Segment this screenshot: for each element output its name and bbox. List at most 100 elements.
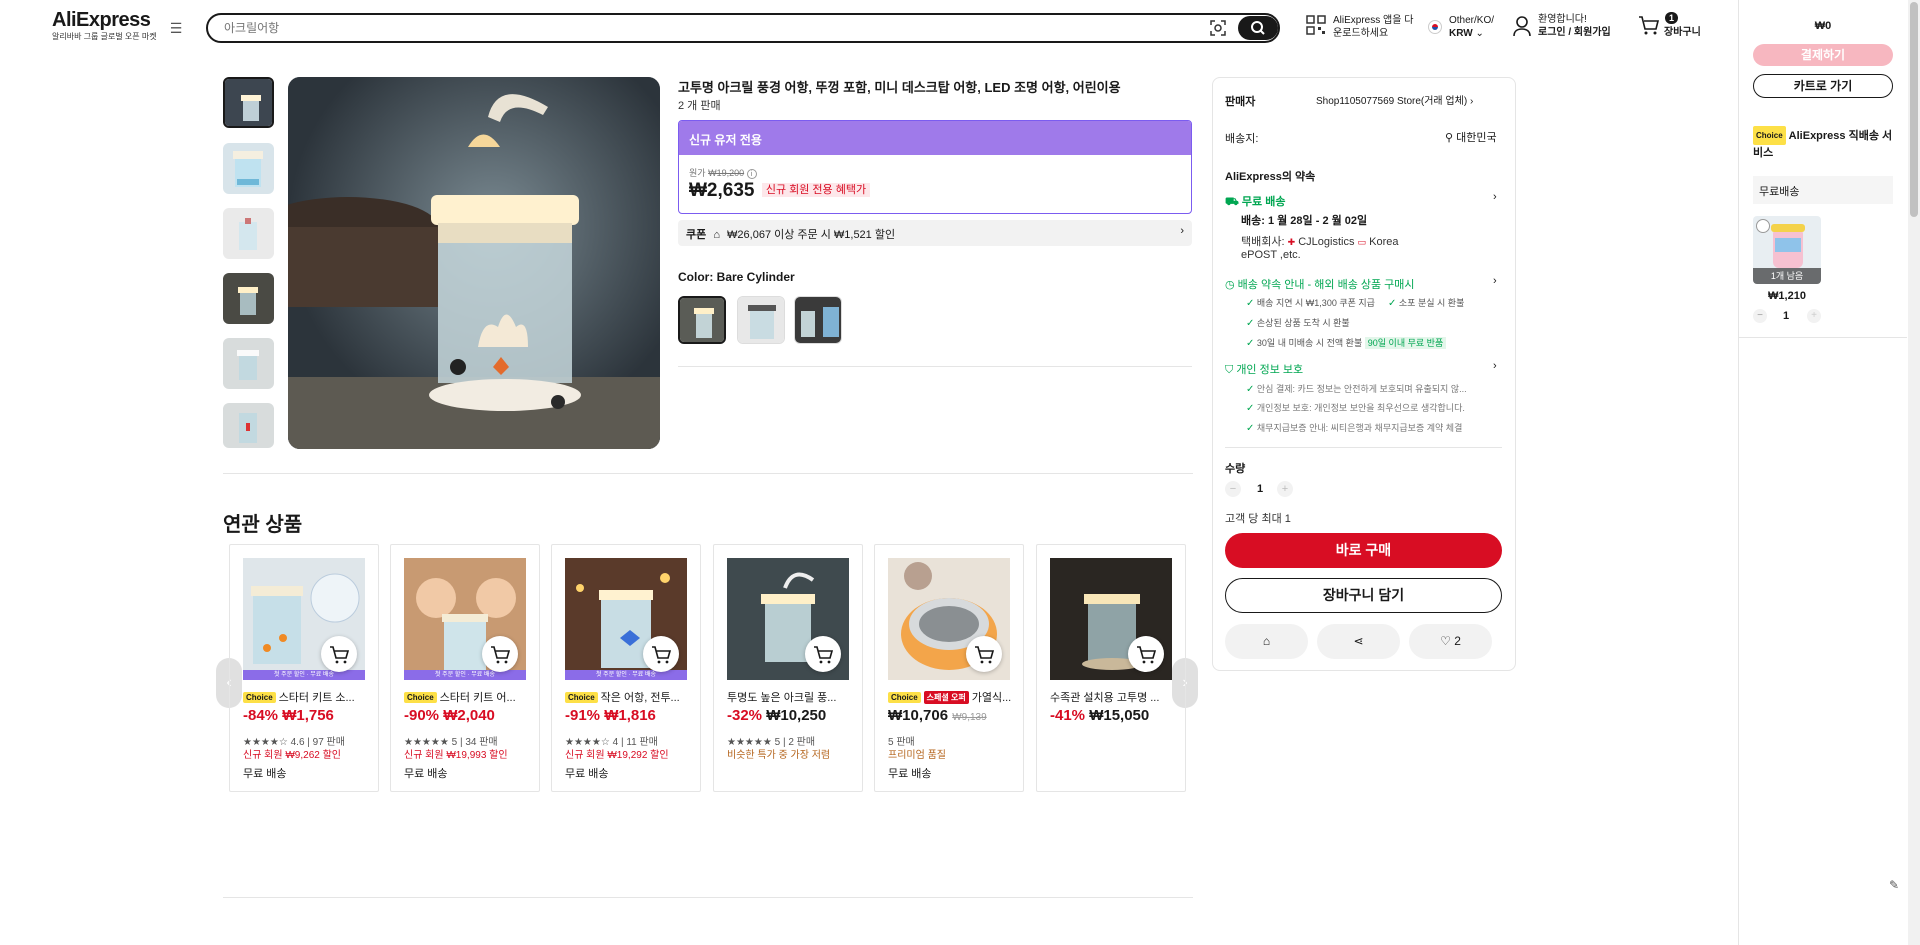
product-card-title: 수족관 설치용 고투명 ... xyxy=(1050,692,1160,704)
original-price: ₩19,200 xyxy=(708,168,745,178)
wishlist-button[interactable]: ♡ 2 xyxy=(1409,624,1492,659)
check-icon: ✓ xyxy=(1388,298,1397,309)
add-to-cart-icon[interactable] xyxy=(321,636,357,672)
thumbnail-5[interactable] xyxy=(223,338,274,389)
promo-text: 프리미엄 품질 xyxy=(888,750,946,761)
add-to-cart-icon[interactable] xyxy=(482,636,518,672)
cart-qty-decrease[interactable]: − xyxy=(1753,309,1767,323)
share-icon: ⋖ xyxy=(1353,634,1364,648)
app-download-link[interactable]: AliExpress 앱을 다 운로드하세요 xyxy=(1333,14,1413,40)
coupon-row[interactable]: 쿠폰 ⌂ ₩26,067 이상 주문 시 ₩1,521 할인 › xyxy=(678,220,1192,246)
choice-badge: Choice xyxy=(404,692,437,703)
store-button[interactable]: ⌂ xyxy=(1225,624,1308,659)
divider xyxy=(223,897,1193,898)
add-to-cart-icon[interactable] xyxy=(1128,636,1164,672)
shipping-text: 무료 배송 xyxy=(404,768,448,780)
quantity-increase-button[interactable]: + xyxy=(1277,481,1293,497)
korea-flag-icon xyxy=(1428,20,1442,34)
thumbnail-1[interactable] xyxy=(223,77,274,128)
color-swatch-bare-cylinder[interactable] xyxy=(678,296,726,344)
share-button[interactable]: ⋖ xyxy=(1317,624,1400,659)
product-card[interactable]: 첫 주문 할인 · 무료 배송 Choice 스타터 키트 소... -84% ₩… xyxy=(229,544,379,792)
image-search-icon[interactable] xyxy=(1208,18,1228,38)
tag-icon: ⌂ xyxy=(713,229,720,241)
chevron-right-icon: › xyxy=(1180,225,1184,237)
thumbnail-3[interactable] xyxy=(223,208,274,259)
go-to-cart-button[interactable]: 카트로 가기 xyxy=(1753,74,1893,98)
discount: -84% xyxy=(243,707,279,724)
cart-total: ₩0 xyxy=(1814,20,1832,32)
cart-qty-increase[interactable]: + xyxy=(1807,309,1821,323)
thumbnail-4[interactable] xyxy=(223,273,274,324)
discount: -41% xyxy=(1050,707,1086,724)
seller-name[interactable]: Shop1105077569 Store(거래 업체) › xyxy=(1316,92,1473,107)
search-input[interactable] xyxy=(224,19,1184,37)
color-label: Color: Bare Cylinder xyxy=(678,270,795,284)
add-to-cart-icon[interactable] xyxy=(966,636,1002,672)
scrollbar[interactable] xyxy=(1908,0,1920,945)
shipping-text: 무료 배송 xyxy=(888,768,932,780)
carrier-info-2: ePOST ,etc. xyxy=(1241,249,1301,261)
promise-title: AliExpress의 약속 xyxy=(1225,171,1316,183)
product-card[interactable]: 투명도 높은 아크릴 풍... -32% ₩10,250 ★★★★★ 5 | 2… xyxy=(713,544,863,792)
search-button[interactable] xyxy=(1238,16,1278,40)
delivery-guarantee-row[interactable]: ◷ 배송 약속 안내 - 해외 배송 상품 구매시 xyxy=(1225,276,1415,292)
product-card[interactable]: Choice 스페셜 오퍼 가열식... ₩10,706 ₩9,139 5 판매 프… xyxy=(874,544,1024,792)
price: ₩10,706 xyxy=(888,707,949,724)
coupon-label: 쿠폰 xyxy=(686,229,707,241)
menu-icon[interactable]: ☰ xyxy=(168,20,184,36)
edit-icon[interactable]: ✎ xyxy=(1889,878,1899,892)
account-login[interactable]: 환영합니다! 로그인 / 회원가입 xyxy=(1538,13,1611,39)
thumbnail-6[interactable] xyxy=(223,403,274,448)
add-to-cart-icon[interactable] xyxy=(643,636,679,672)
add-to-cart-icon[interactable] xyxy=(805,636,841,672)
product-card-title: 투명도 높은 아크릴 풍... xyxy=(727,692,837,704)
chevron-right-icon: › xyxy=(1493,360,1497,372)
check-icon: ✓ xyxy=(1246,298,1255,309)
aliexpress-logo[interactable]: AliExpress xyxy=(52,9,151,32)
checkout-button[interactable]: 결제하기 xyxy=(1753,44,1893,66)
color-swatch-3[interactable] xyxy=(794,296,842,344)
shipping-text: 무료 배송 xyxy=(243,768,287,780)
product-card[interactable]: 첫 주문 할인 · 무료 배송 Choice 스타터 키트 어... -90% ₩… xyxy=(390,544,540,792)
product-card[interactable]: 첫 주문 할인 · 무료 배송 Choice 작은 어항, 전투... -91% … xyxy=(551,544,701,792)
sold-count: 2 개 판매 xyxy=(678,100,721,112)
choice-badge: Choice xyxy=(888,692,921,703)
privacy-row[interactable]: ⛉ 개인 정보 보호 xyxy=(1225,361,1303,377)
cart-item-image[interactable]: 1개 남음 xyxy=(1753,216,1821,284)
cart-icon[interactable] xyxy=(1638,15,1660,40)
check-icon: ✓ xyxy=(1246,403,1255,414)
qr-code-icon[interactable] xyxy=(1306,15,1326,38)
thumbnail-2[interactable] xyxy=(223,143,274,194)
old-price: ₩9,139 xyxy=(952,712,987,723)
region-currency-selector[interactable]: Other/KO/ KRW ⌄ xyxy=(1449,14,1494,40)
cart-label[interactable]: 장바구니 xyxy=(1664,26,1701,39)
quantity-value[interactable]: 1 xyxy=(1257,483,1263,495)
ship-to-selector[interactable]: ⚲ 대한민국 xyxy=(1445,129,1497,145)
quantity-decrease-button[interactable]: − xyxy=(1225,481,1241,497)
promo-text: 신규 회원 ₩19,993 할인 xyxy=(404,750,508,761)
add-to-cart-button[interactable]: 장바구니 담기 xyxy=(1225,578,1502,613)
buy-now-button[interactable]: 바로 구매 xyxy=(1225,533,1502,568)
price: ₩2,040 xyxy=(443,707,495,724)
product-card[interactable]: 수족관 설치용 고투명 ... -41% ₩15,050 xyxy=(1036,544,1186,792)
shield-icon: ⛉ xyxy=(1225,364,1234,376)
check-icon: ✓ xyxy=(1246,384,1255,395)
discount: -91% xyxy=(565,707,601,724)
user-icon[interactable] xyxy=(1512,15,1532,40)
truck-icon: ⛟ xyxy=(1225,196,1239,208)
scrollbar-thumb[interactable] xyxy=(1910,2,1918,217)
main-product-image[interactable] xyxy=(288,77,660,449)
product-card-title: 가열식... xyxy=(971,692,1012,704)
color-swatch-2[interactable] xyxy=(737,296,785,344)
select-checkbox[interactable] xyxy=(1756,219,1770,233)
new-user-price-box: 신규 유저 전용 원가 ₩19,200 i ₩2,635 신규 회원 전용 혜택… xyxy=(678,120,1192,214)
promo-text: 신규 회원 ₩19,292 할인 xyxy=(565,750,669,761)
cart-item-qty[interactable]: 1 xyxy=(1783,310,1789,322)
top-header: AliExpress 알리바바 그룹 글로벌 오픈 마켓 ☰ AliExpres… xyxy=(0,0,1738,56)
cart-count-badge: 1 xyxy=(1665,12,1679,24)
free-shipping-row[interactable]: ⛟ 무료 배송 xyxy=(1225,193,1285,210)
info-icon[interactable]: i xyxy=(746,169,757,179)
price: ₩1,816 xyxy=(604,707,656,724)
original-price-label: 원가 xyxy=(689,168,706,178)
